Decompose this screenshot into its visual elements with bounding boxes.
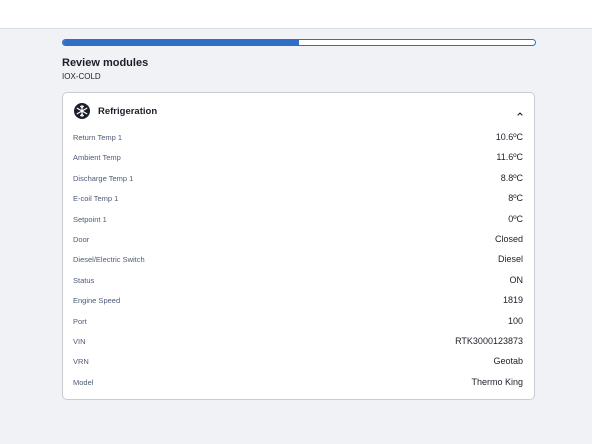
detail-value: 8ºC (508, 193, 523, 204)
detail-value: Geotab (493, 356, 523, 367)
detail-label: Engine Speed (73, 296, 121, 306)
detail-label: Ambient Temp (73, 153, 121, 163)
detail-value: Diesel (497, 254, 523, 265)
detail-row-engine-speed: Engine Speed 1819 (63, 290, 534, 310)
detail-label: Port (73, 316, 87, 326)
detail-label: Discharge Temp 1 (73, 173, 134, 183)
detail-value: 10.6ºC (495, 132, 523, 142)
detail-list: Return Temp 1 10.6ºC Ambient Temp 11.6ºC… (63, 127, 534, 392)
detail-row-port: Port 100 (63, 311, 534, 331)
detail-label: Model (73, 377, 94, 387)
detail-row-status: Status ON (63, 270, 534, 290)
detail-row-vin: VIN RTK3000123873 (63, 331, 534, 351)
detail-label: VRN (73, 357, 89, 367)
detail-row-e-coil-temp-1: E-coil Temp 1 8ºC (63, 188, 534, 208)
detail-value: 0ºC (508, 213, 523, 224)
detail-row-vrn: VRN Geotab (63, 351, 534, 371)
detail-row-diesel-electric-switch: Diesel/Electric Switch Diesel (63, 249, 534, 269)
detail-label: Setpoint 1 (73, 214, 107, 224)
detail-row-setpoint-1: Setpoint 1 0ºC (63, 209, 534, 229)
module-card: Refrigeration Return Temp 1 10.6ºC Ambie… (62, 92, 535, 400)
progress-bar-fill (63, 40, 299, 45)
detail-row-ambient-temp: Ambient Temp 11.6ºC (63, 147, 534, 167)
detail-row-model: Model Thermo King (63, 372, 534, 392)
detail-value: Thermo King (471, 376, 523, 387)
snowflake-icon (74, 103, 90, 119)
detail-label: Diesel/Electric Switch (73, 255, 145, 265)
progress-bar (62, 39, 536, 46)
page-subtitle: IOX-COLD (62, 72, 101, 81)
detail-value: Closed (494, 233, 523, 244)
detail-label: Return Temp 1 (73, 133, 123, 142)
detail-row-discharge-temp-1: Discharge Temp 1 8.8ºC (63, 168, 534, 188)
top-bar (0, 0, 592, 29)
detail-value: 1819 (502, 295, 523, 306)
detail-label: Door (73, 234, 90, 244)
detail-value: 11.6ºC (496, 152, 523, 163)
detail-label: E-coil Temp 1 (73, 194, 119, 204)
card-header[interactable]: Refrigeration (63, 93, 534, 131)
detail-row-return-temp-1: Return Temp 1 10.6ºC (63, 127, 534, 147)
chevron-up-icon[interactable] (515, 106, 525, 116)
detail-label: VIN (73, 336, 86, 346)
detail-value: 100 (507, 315, 523, 326)
detail-value: 8.8ºC (500, 172, 523, 183)
detail-row-door: Door Closed (63, 229, 534, 249)
detail-value: RTK3000123873 (455, 335, 523, 346)
page-title: Review modules (62, 57, 149, 69)
detail-value: ON (509, 274, 524, 285)
card-title: Refrigeration (98, 106, 158, 117)
detail-label: Status (73, 275, 95, 285)
